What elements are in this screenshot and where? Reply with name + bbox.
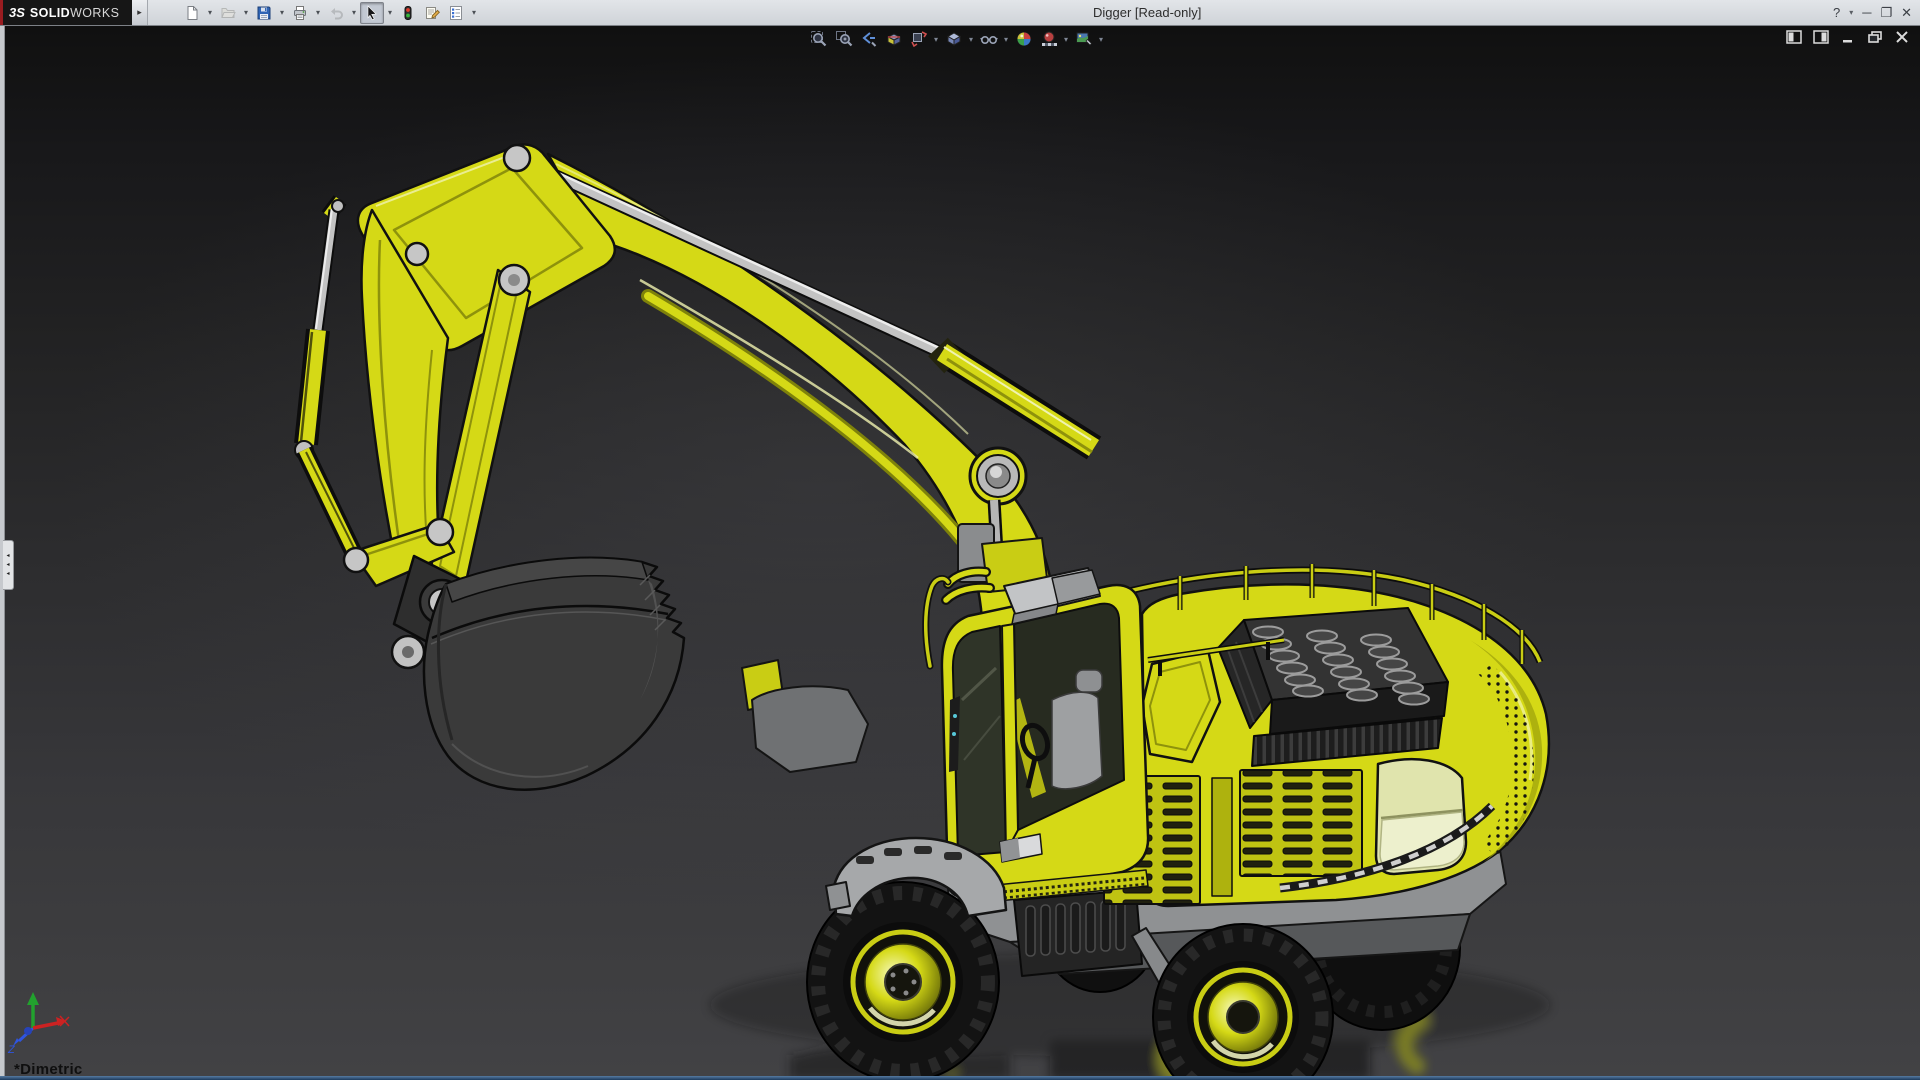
- hide-show-items-button[interactable]: [976, 28, 1001, 50]
- edit-appearance-button[interactable]: [1011, 28, 1036, 50]
- view-orientation-button[interactable]: [906, 28, 931, 50]
- close-document-button[interactable]: [1892, 29, 1912, 45]
- undo-button[interactable]: [324, 2, 348, 24]
- save-dropdown[interactable]: ▾: [276, 2, 288, 24]
- tile-right-button[interactable]: [1811, 29, 1831, 45]
- display-style-icon: [946, 32, 961, 46]
- solidworks-logo[interactable]: 3S SOLID WORKS: [0, 0, 132, 25]
- previous-view-button[interactable]: [856, 28, 881, 50]
- logo-accent-stripe: [0, 0, 3, 25]
- standard-toolbar: ▾ ▾ ▾ ▾ ▾ ▾ ▾: [180, 1, 480, 24]
- select-cursor-icon: [367, 4, 377, 20]
- undo-dropdown[interactable]: ▾: [348, 2, 360, 24]
- apply-scene-button[interactable]: [1036, 28, 1061, 50]
- section-view-button[interactable]: [881, 28, 906, 50]
- collapse-arrow-icon: ◂: [6, 553, 10, 559]
- hide-show-items-dropdown[interactable]: ▾: [1001, 28, 1011, 50]
- close-icon: [1896, 31, 1908, 43]
- open-folder-icon: [221, 7, 236, 18]
- print-icon: [294, 5, 306, 20]
- triad-z-label: Z: [7, 1044, 16, 1056]
- document-title: Digger [Read-only]: [1093, 5, 1202, 20]
- print-dropdown[interactable]: ▾: [312, 2, 324, 24]
- tile-left-button[interactable]: [1784, 29, 1804, 45]
- new-button[interactable]: [180, 2, 204, 24]
- apply-scene-dropdown[interactable]: ▾: [1061, 28, 1071, 50]
- edit-appearance-icon: [1016, 32, 1031, 46]
- restore-button[interactable]: ❐: [1880, 0, 1892, 25]
- section-view-icon: [886, 33, 901, 46]
- 3ds-logo-icon: 3S: [9, 5, 25, 20]
- menu-flyout-arrow[interactable]: ▸: [132, 0, 148, 25]
- collapsed-panel-tab[interactable]: ◂ ◂ ◂: [3, 540, 14, 590]
- pane-right-icon: [1813, 30, 1829, 44]
- undo-icon: [331, 7, 343, 19]
- open-button[interactable]: [216, 2, 240, 24]
- view-orientation-icon: [910, 31, 927, 48]
- minimize-document-button[interactable]: [1838, 29, 1858, 45]
- view-orientation-dropdown[interactable]: ▾: [931, 28, 941, 50]
- document-window-controls: [1784, 29, 1912, 45]
- view-settings-button[interactable]: [1071, 28, 1096, 50]
- collapse-arrow-icon: ◂: [6, 571, 10, 577]
- display-style-button[interactable]: [941, 28, 966, 50]
- heads-up-view-toolbar: ▾ ▾ ▾ ▾ ▾: [806, 28, 1106, 50]
- view-settings-dropdown[interactable]: ▾: [1096, 28, 1106, 50]
- rebuild-traffic-light-icon: [404, 5, 412, 20]
- select-button[interactable]: [360, 1, 384, 24]
- hide-show-items-icon: [979, 36, 998, 45]
- options-button[interactable]: [444, 2, 468, 24]
- title-bar: 3S SOLID WORKS ▸ ▾ ▾ ▾ ▾ ▾ ▾ ▾ Digger [Read-onl…: [0, 0, 1920, 26]
- rebuild-button[interactable]: [396, 2, 420, 24]
- brand-name-bold: SOLID: [29, 5, 71, 20]
- reference-triad: Z: [7, 992, 70, 1056]
- select-dropdown[interactable]: ▾: [384, 2, 396, 24]
- new-dropdown[interactable]: ▾: [204, 2, 216, 24]
- pane-left-icon: [1786, 30, 1802, 44]
- display-style-dropdown[interactable]: ▾: [966, 28, 976, 50]
- minimize-button[interactable]: ─: [1862, 0, 1871, 25]
- save-button[interactable]: [252, 2, 276, 24]
- file-properties-icon: [426, 6, 440, 19]
- options-icon: [450, 5, 462, 20]
- restore-icon: [1868, 31, 1882, 43]
- brand-name-light: WORKS: [70, 5, 120, 20]
- new-document-icon: [187, 5, 198, 20]
- previous-view-icon: [861, 32, 876, 47]
- window-bottom-border: [0, 1076, 1920, 1080]
- minimize-icon: [1843, 40, 1852, 43]
- options-dropdown[interactable]: ▾: [468, 2, 480, 24]
- restore-document-button[interactable]: [1865, 29, 1885, 45]
- view-settings-icon: [1076, 32, 1092, 46]
- print-button[interactable]: [288, 2, 312, 24]
- file-properties-button[interactable]: [420, 2, 444, 24]
- apply-scene-icon: [1041, 31, 1057, 46]
- zoom-fit-icon: [810, 31, 826, 47]
- help-dropdown[interactable]: ▾: [1849, 0, 1853, 25]
- zoom-area-icon: [835, 31, 852, 47]
- window-controls: ? ▾ ─ ❐ ✕: [1833, 0, 1912, 25]
- open-dropdown[interactable]: ▾: [240, 2, 252, 24]
- collapse-arrow-icon: ◂: [6, 562, 10, 568]
- pin: [502, 143, 532, 173]
- close-button[interactable]: ✕: [1901, 0, 1912, 25]
- zoom-to-fit-button[interactable]: [806, 28, 831, 50]
- help-button[interactable]: ?: [1833, 0, 1840, 25]
- save-icon: [257, 6, 271, 19]
- 3d-viewport[interactable]: Z: [0, 0, 1920, 1080]
- vent-panel-right: [1239, 769, 1363, 877]
- zoom-to-area-button[interactable]: [831, 28, 856, 50]
